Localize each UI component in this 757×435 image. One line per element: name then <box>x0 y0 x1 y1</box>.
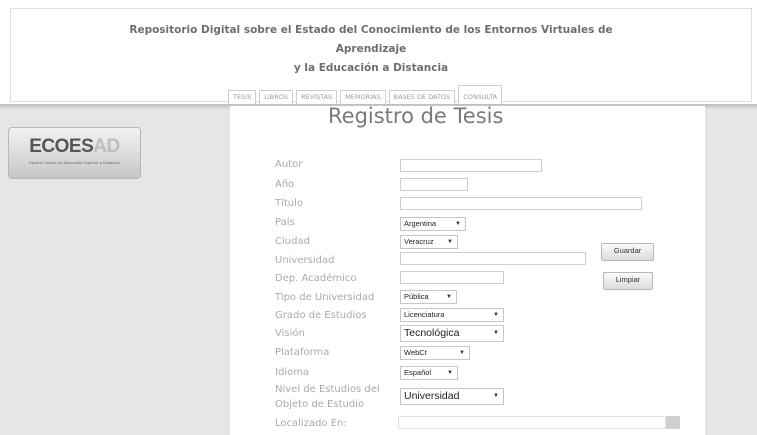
label-grado-estudios: Grado de Estudios <box>275 310 367 321</box>
nivel-estudios-value: Universidad <box>404 390 460 402</box>
vision-select[interactable]: Tecnológica ▼ <box>400 325 504 342</box>
plataforma-select[interactable]: WebCt ▼ <box>400 346 470 360</box>
nivel-estudios-select[interactable]: Universidad ▼ <box>400 388 504 405</box>
chevron-down-icon: ▼ <box>493 330 499 336</box>
tipo-universidad-value: Pública <box>404 292 429 301</box>
site-header: Repositorio Digital sobre el Estado del … <box>10 8 752 102</box>
anio-input[interactable] <box>400 178 468 191</box>
tab-revistas[interactable]: REVISTAS <box>296 90 338 104</box>
label-vision: Visión <box>275 328 305 339</box>
label-ciudad: Ciudad <box>275 236 310 247</box>
pais-select[interactable]: Argentina ▼ <box>400 217 466 231</box>
idioma-select[interactable]: Español ▼ <box>400 366 458 380</box>
tab-bases-de-datos[interactable]: BASES DE DATOS <box>388 90 456 104</box>
tab-libros[interactable]: LIBROS <box>259 90 294 104</box>
guardar-button[interactable]: Guardar <box>601 243 654 261</box>
vision-value: Tecnológica <box>404 327 460 339</box>
chevron-down-icon: ▼ <box>447 239 453 245</box>
plataforma-value: WebCt <box>404 348 427 357</box>
ciudad-select[interactable]: Veracruz ▼ <box>400 235 458 249</box>
grado-estudios-value: Licenciatura <box>404 310 445 319</box>
site-title-line-1: Repositorio Digital sobre el Estado del … <box>129 24 613 36</box>
grado-estudios-select[interactable]: Licenciatura ▼ <box>400 308 504 322</box>
label-tipo-universidad: Tipo de Universidad <box>275 292 375 303</box>
chevron-down-icon: ▼ <box>447 370 453 376</box>
titulo-input[interactable] <box>400 197 642 210</box>
site-title-line-3: y la Educación a Distancia <box>293 62 449 74</box>
ecoesad-logo: ECOESAD Espacio Común de Educación Super… <box>8 127 141 179</box>
tab-consulta[interactable]: CONSULTA <box>458 85 503 104</box>
label-plataforma: Plataforma <box>275 347 330 358</box>
page-title: Registro de Tesis <box>328 104 504 128</box>
site-title-line-2: Aprendizaje <box>335 43 407 55</box>
tipo-universidad-select[interactable]: Pública ▼ <box>400 290 457 304</box>
label-nivel-estudios-2: Objeto de Estudio <box>275 399 365 410</box>
dep-academico-input[interactable] <box>400 271 504 284</box>
autor-input[interactable] <box>400 159 542 172</box>
limpiar-button[interactable]: Limpiar <box>603 272 653 290</box>
tab-memorias[interactable]: MEMORIAS <box>340 90 386 104</box>
chevron-down-icon: ▼ <box>446 294 452 300</box>
chevron-down-icon: ▼ <box>455 221 461 227</box>
localizado-en-end <box>666 416 680 429</box>
label-dep-academico: Dep. Académico <box>275 273 357 284</box>
ciudad-value: Veracruz <box>404 237 434 246</box>
label-anio: Año <box>275 179 295 190</box>
label-pais: País <box>275 217 295 228</box>
label-universidad: Universidad <box>275 255 335 266</box>
localizado-en-input[interactable] <box>398 416 666 429</box>
logo-text: ECOES <box>29 136 94 157</box>
idioma-value: Español <box>404 368 432 377</box>
tab-tesis[interactable]: TESIS <box>228 90 257 104</box>
label-localizado-en: Localizado En: <box>275 418 347 429</box>
chevron-down-icon: ▼ <box>493 393 499 399</box>
logo-accent: AD <box>93 136 120 157</box>
chevron-down-icon: ▼ <box>459 350 465 356</box>
pais-value: Argentina <box>404 219 437 228</box>
site-title: Repositorio Digital sobre el Estado del … <box>91 21 651 78</box>
label-idioma: Idioma <box>275 367 310 378</box>
logo-subtitle: Espacio Común de Educación Superior a Di… <box>29 161 120 165</box>
label-autor: Autor <box>275 159 303 170</box>
chevron-down-icon: ▼ <box>493 312 499 318</box>
label-titulo: Título <box>275 198 304 209</box>
label-nivel-estudios-1: Nivel de Estudios del <box>275 384 380 395</box>
universidad-input[interactable] <box>400 252 586 265</box>
